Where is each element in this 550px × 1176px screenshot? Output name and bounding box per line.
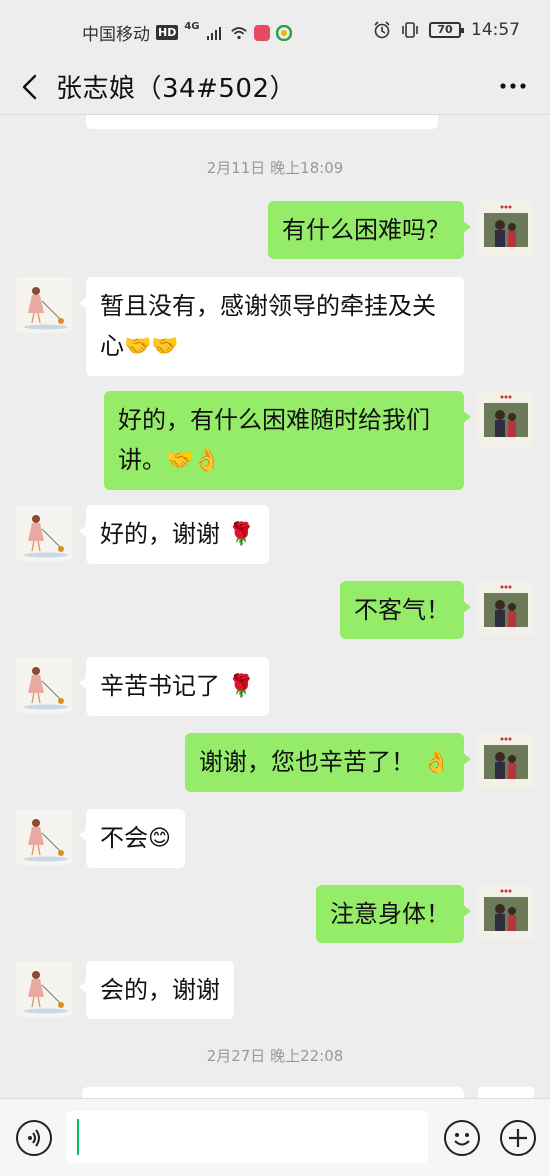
my-avatar[interactable] (478, 733, 534, 789)
clock-label: 14:57 (471, 20, 520, 40)
family-photo-icon (478, 733, 534, 789)
message-text: 注意身体！ (330, 900, 450, 928)
message-text: 会的，谢谢 (100, 976, 220, 1004)
chat-header: 张志娘（34#502） (0, 62, 550, 112)
wifi-icon (230, 26, 247, 39)
message-bubble-received[interactable]: 好的，谢谢 🌹 (78, 505, 270, 564)
app-notification-icon (253, 24, 270, 41)
my-avatar-partial (478, 1087, 534, 1098)
message-text: 谢谢，您也辛苦了！ (198, 748, 415, 776)
partial-message-bubble (86, 115, 438, 129)
girl-walking-icon (16, 505, 72, 561)
carrier-label: 中国移动 (82, 25, 150, 45)
message-bubble-sent[interactable]: 有什么困难吗？ (268, 201, 471, 259)
family-photo-icon (478, 581, 534, 637)
rose-emoji-icon: 🌹 (227, 674, 256, 699)
status-right: 70 14:57 (373, 20, 520, 40)
signal-icon (206, 26, 221, 40)
message-bubble-sent[interactable]: 好的，有什么困难随时给我们讲。🤝👌 (104, 391, 471, 490)
message-text: 不会 (100, 824, 148, 852)
family-photo-icon (478, 885, 534, 941)
my-avatar[interactable] (478, 391, 534, 447)
input-bar (0, 1098, 550, 1176)
contact-avatar[interactable] (16, 809, 72, 865)
message-bubble-sent[interactable]: 不客气！ (340, 581, 471, 639)
contact-avatar[interactable] (16, 961, 72, 1017)
family-photo-icon (478, 391, 534, 447)
timestamp: 2月27日 晚上22:08 (206, 1047, 344, 1065)
message-bubble-received[interactable]: 辛苦书记了 🌹 (78, 657, 270, 716)
family-photo-icon (478, 201, 534, 257)
my-avatar[interactable] (478, 885, 534, 941)
handshake-ok-emoji-icon: 🤝👌 (166, 448, 221, 473)
girl-walking-icon (16, 961, 72, 1017)
message-bubble-received[interactable]: 不会😊 (79, 809, 185, 868)
girl-walking-icon (16, 809, 72, 865)
rose-emoji-icon: 🌹 (227, 522, 256, 547)
my-avatar[interactable] (478, 201, 534, 257)
hd-badge: HD (156, 25, 179, 40)
plus-icon (509, 1129, 527, 1147)
contact-avatar[interactable] (16, 277, 72, 333)
message-bubble-sent[interactable]: 注意身体！ (316, 885, 471, 943)
emoji-icon (454, 1133, 470, 1146)
message-text: 有什么困难吗？ (282, 216, 450, 244)
chat-title: 张志娘（34#502） (56, 74, 296, 104)
message-bubble-sent[interactable]: 谢谢，您也辛苦了！ 👌 (184, 733, 472, 792)
alarm-icon (374, 21, 390, 39)
message-input[interactable] (66, 1111, 428, 1163)
message-bubble-received[interactable]: 会的，谢谢 (79, 961, 234, 1019)
back-arrow-icon[interactable] (18, 74, 44, 100)
girl-walking-icon (16, 657, 72, 713)
status-bar: 中国移动 HD 4G 70 14:57 (0, 0, 550, 62)
smile-emoji-icon: 😊 (148, 826, 171, 851)
voice-icon (28, 1129, 40, 1147)
message-bubble-received[interactable]: 暂且没有，感谢领导的牵挂及关心🤝🤝 (79, 277, 464, 376)
emoji-button[interactable] (444, 1120, 480, 1156)
battery-indicator: 70 (429, 22, 464, 38)
message-text: 辛苦书记了 (100, 672, 220, 700)
my-avatar[interactable] (478, 581, 534, 637)
vibrate-icon (402, 22, 418, 38)
contact-avatar[interactable] (16, 505, 72, 561)
more-functions-button[interactable] (500, 1120, 536, 1156)
timestamp: 2月11日 晚上18:09 (206, 159, 344, 177)
message-list[interactable]: 2月11日 晚上18:09 有什么困难吗？ 暂且没有，感谢领导的牵挂及关心🤝🤝 … (0, 115, 550, 1098)
handshake-emoji-icon: 🤝🤝 (124, 334, 179, 359)
contact-avatar[interactable] (16, 657, 72, 713)
browser-notification-icon (275, 24, 292, 41)
network-label: 4G (184, 21, 200, 32)
girl-walking-icon (16, 277, 72, 333)
partial-message-bubble (82, 1087, 464, 1098)
status-left: 中国移动 HD 4G (82, 20, 292, 45)
text-cursor (77, 1119, 79, 1155)
message-text: 不客气！ (354, 596, 450, 624)
ok-hand-emoji-icon: 👌 (422, 750, 450, 775)
voice-button[interactable] (16, 1120, 52, 1156)
message-text: 好的，有什么困难随时给我们讲。 (118, 406, 430, 474)
more-icon[interactable] (498, 76, 528, 96)
message-text: 好的，谢谢 (100, 520, 220, 548)
